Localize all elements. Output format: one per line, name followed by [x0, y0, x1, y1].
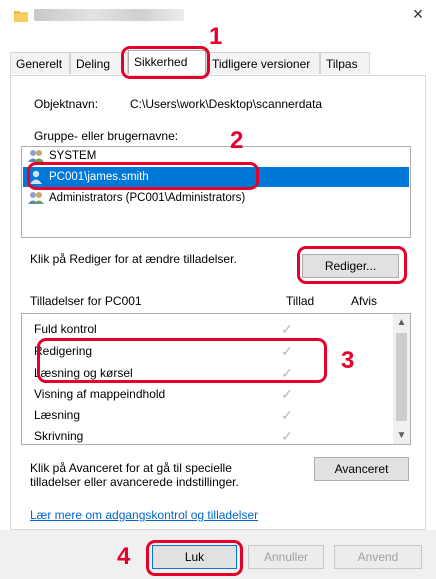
permission-row: Visning af mappeindhold ✓	[34, 384, 374, 404]
permission-row: Læsning og kørsel ✓	[34, 363, 374, 383]
tab-previous-versions[interactable]: Tidligere versioner	[206, 52, 320, 74]
object-name-value: C:\Users\work\Desktop\scannerdata	[130, 97, 323, 111]
callout-number-4: 4	[117, 543, 131, 570]
advanced-hint-line2: tilladelser eller avancerede indstilling…	[30, 475, 239, 489]
list-item-label: Administrators (PC001\Administrators)	[49, 192, 246, 204]
allow-column-header: Tillad	[286, 294, 315, 308]
groups-label: Gruppe- eller brugernavne:	[34, 129, 179, 143]
scroll-down-icon[interactable]: ▼	[393, 427, 410, 444]
scroll-up-icon[interactable]: ▲	[393, 314, 410, 331]
users-icon	[28, 150, 44, 162]
window-title-blurred	[34, 9, 184, 21]
allow-check-icon: ✓	[281, 407, 293, 423]
list-item-system[interactable]: SYSTEM	[23, 147, 409, 166]
list-item-james-smith[interactable]: PC001\james.smith	[23, 167, 409, 187]
permissions-scrollbar[interactable]: ▲ ▼	[393, 314, 410, 444]
learn-more-link[interactable]: Lær mere om adgangskontrol og tilladelse…	[30, 508, 258, 522]
list-item-administrators[interactable]: Administrators (PC001\Administrators)	[23, 188, 409, 208]
permission-label: Redigering	[34, 344, 93, 358]
advanced-hint-line1: Klik på Avanceret for at gå til speciell…	[30, 461, 232, 475]
permission-row: Redigering ✓	[34, 341, 374, 361]
tab-security[interactable]: Sikkerhed	[128, 50, 206, 74]
permission-label: Læsning og kørsel	[34, 366, 133, 380]
callout-number-3: 3	[341, 347, 355, 374]
close-button[interactable]: Luk	[152, 545, 237, 569]
permissions-for-label: Tilladelser for PC001	[30, 294, 142, 308]
permission-label: Visning af mappeindhold	[34, 387, 166, 401]
edit-button[interactable]: Rediger...	[302, 254, 399, 278]
callout-number-1: 1	[209, 23, 223, 50]
users-icon	[28, 192, 44, 204]
object-name-label: Objektnavn:	[34, 97, 99, 111]
permission-row: Læsning ✓	[34, 405, 374, 425]
scroll-thumb[interactable]	[396, 333, 407, 421]
allow-check-icon: ✓	[281, 428, 293, 444]
callout-number-2: 2	[230, 127, 244, 154]
tab-bar: Generelt Deling Sikkerhed Tidligere vers…	[0, 50, 436, 76]
tab-customize[interactable]: Tilpas	[320, 52, 370, 74]
apply-button[interactable]: Anvend	[334, 545, 422, 569]
user-icon	[30, 170, 42, 184]
list-item-label: PC001\james.smith	[49, 171, 149, 183]
deny-column-header: Afvis	[351, 294, 378, 308]
cancel-button[interactable]: Annuller	[248, 545, 324, 569]
folder-icon	[14, 11, 28, 22]
tab-general[interactable]: Generelt	[10, 52, 70, 74]
permissions-list: Fuld kontrol ✓ Redigering ✓ Læsning og k…	[21, 313, 411, 445]
close-icon[interactable]: ×	[408, 4, 428, 24]
allow-check-icon: ✓	[281, 343, 293, 359]
permission-label: Skrivning	[34, 429, 84, 443]
group-list[interactable]: SYSTEM PC001\james.smith Administrators …	[21, 146, 411, 238]
tab-sharing[interactable]: Deling	[70, 52, 128, 74]
allow-check-icon: ✓	[281, 321, 293, 337]
permission-label: Fuld kontrol	[34, 322, 97, 336]
permission-row: Skrivning ✓	[34, 426, 374, 444]
permission-label: Læsning	[34, 408, 81, 422]
advanced-button[interactable]: Avanceret	[314, 457, 409, 481]
allow-check-icon: ✓	[281, 365, 293, 381]
edit-hint: Klik på Rediger for at ændre tilladelser…	[30, 252, 237, 266]
permission-row: Fuld kontrol ✓	[34, 319, 374, 339]
allow-check-icon: ✓	[281, 386, 293, 402]
list-item-label: SYSTEM	[49, 150, 97, 162]
